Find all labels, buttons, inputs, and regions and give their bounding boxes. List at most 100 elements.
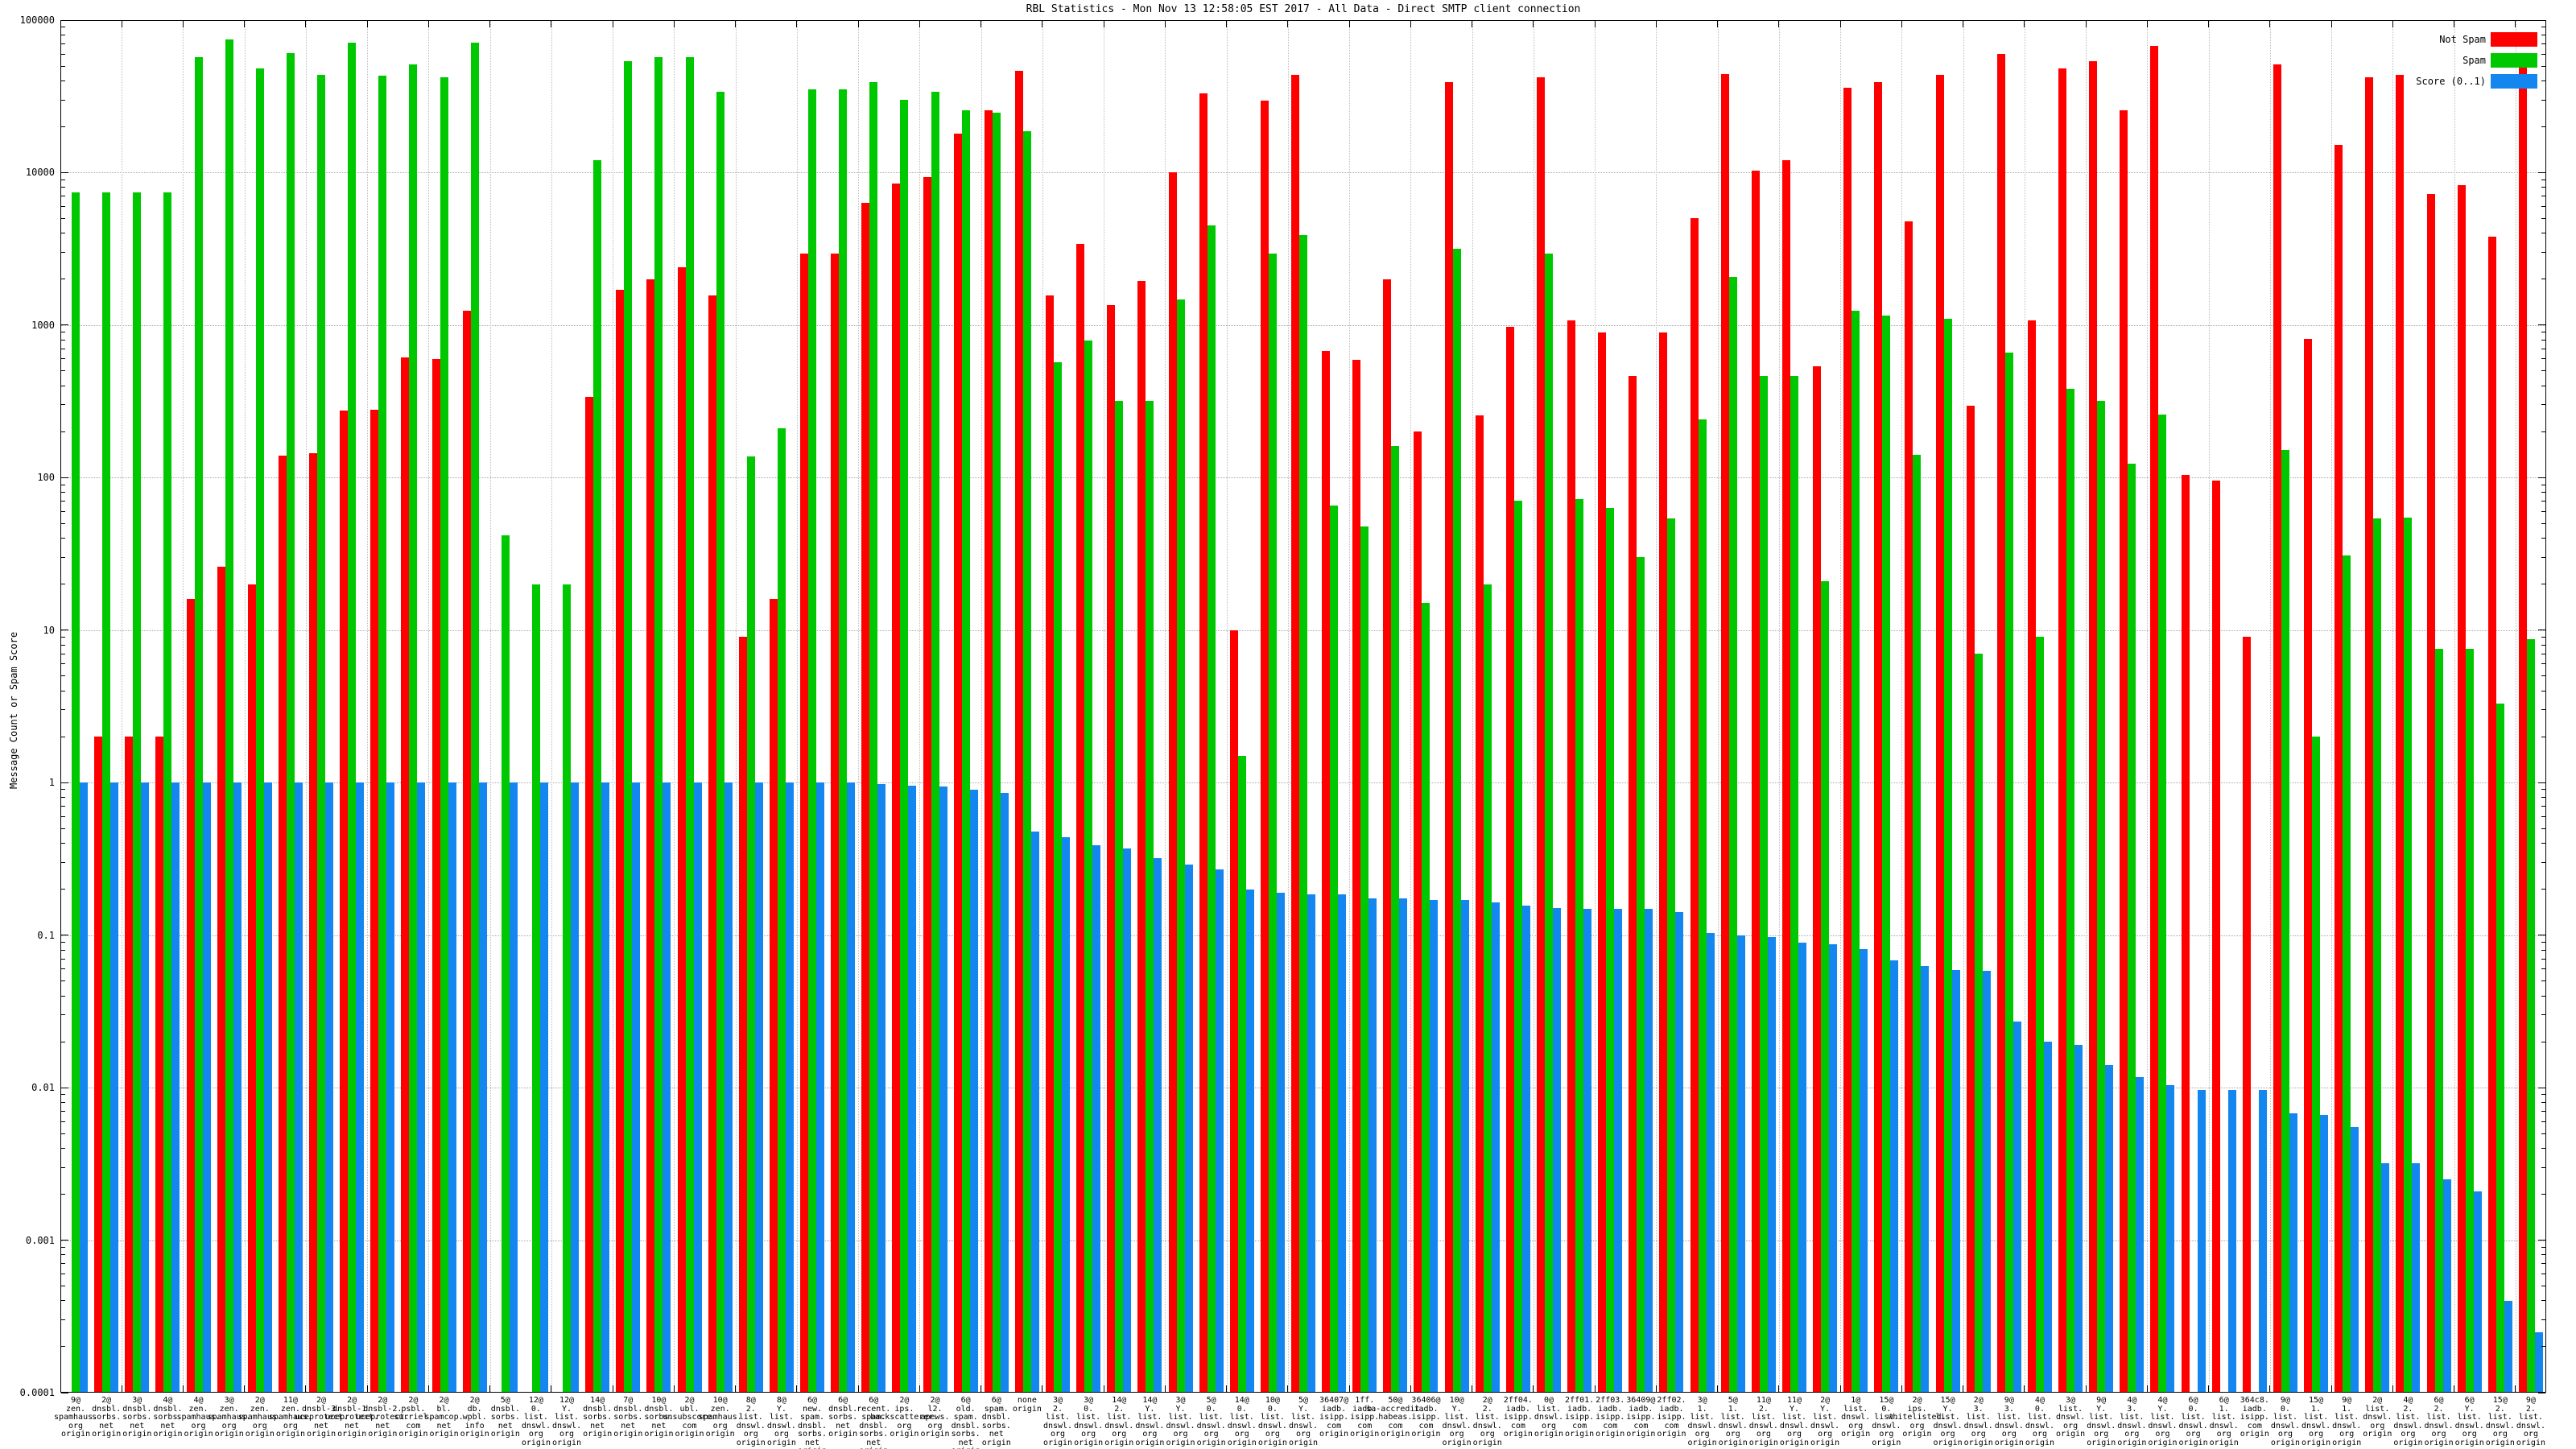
x-tick-bottom — [2515, 1385, 2516, 1392]
y-minor-tick-left — [61, 205, 65, 207]
bar-spam — [1452, 249, 1461, 1392]
y-minor-tick-left — [61, 431, 65, 432]
x-tick-label: 9@ 2. list. dnswl. org origin — [2516, 1396, 2545, 1447]
x-tick-bottom — [2269, 1385, 2271, 1392]
bar-not-spam — [278, 455, 287, 1392]
x-tick-label: 2@ 3. list. dnswl. org origin — [1963, 1396, 1993, 1447]
bar-not-spam — [953, 134, 962, 1392]
bar-not-spam — [247, 584, 256, 1392]
bar-score — [2105, 1065, 2114, 1392]
x-tick-top — [1533, 21, 1534, 27]
gridline-v — [919, 21, 921, 1392]
x-tick-top — [2085, 21, 2087, 27]
y-minor-tick-left — [61, 1194, 65, 1195]
bar-spam — [1943, 319, 1952, 1392]
y-minor-tick-left — [61, 815, 65, 817]
bar-score — [2227, 1090, 2236, 1392]
y-minor-tick-left — [61, 889, 65, 890]
bar-spam — [1637, 557, 1645, 1392]
x-tick-top — [1287, 21, 1289, 27]
y-minor-tick-left — [61, 1133, 65, 1134]
bar-spam — [378, 76, 387, 1392]
legend-label-not-spam: Not Spam — [2439, 34, 2486, 45]
bar-not-spam — [125, 737, 134, 1392]
bar-score — [478, 782, 487, 1392]
y-minor-tick-right — [2541, 636, 2545, 638]
bar-spam — [1268, 253, 1277, 1392]
y-minor-tick-left — [61, 43, 65, 44]
bar-spam — [2097, 400, 2106, 1392]
x-tick-bottom — [1410, 1385, 1411, 1392]
gridline-v — [367, 21, 369, 1392]
bar-not-spam — [1014, 70, 1023, 1392]
y-major-tick-left — [61, 19, 68, 21]
bar-score — [1951, 970, 1960, 1392]
x-tick-top — [2330, 21, 2332, 27]
y-minor-tick-left — [61, 492, 65, 493]
x-tick-top — [1226, 21, 1228, 27]
y-minor-tick-right — [2541, 1194, 2545, 1195]
bar-not-spam — [1781, 160, 1790, 1392]
bar-score — [80, 782, 89, 1392]
bar-not-spam — [1444, 82, 1453, 1392]
bar-score — [386, 782, 395, 1392]
bar-spam — [2128, 464, 2136, 1392]
gridline-v — [489, 21, 491, 1392]
x-tick-label: 6@ old. spam. dnsbl. sorbs. net origin — [951, 1396, 980, 1449]
bar-spam — [1913, 455, 1922, 1392]
x-tick-top — [1655, 21, 1657, 27]
y-minor-tick-left — [61, 126, 65, 127]
y-minor-tick-right — [2541, 806, 2545, 807]
x-tick-top — [1348, 21, 1350, 27]
x-tick-bottom — [1533, 1385, 1534, 1392]
x-tick-label: 2ff01. iadb. isipp. com origin — [1565, 1396, 1595, 1439]
bar-score — [754, 782, 763, 1392]
bar-score — [1030, 831, 1039, 1392]
x-tick-label: 36406@ iadb. isipp. com origin — [1411, 1396, 1441, 1439]
gridline-v — [1840, 21, 1842, 1392]
y-minor-tick-left — [61, 252, 65, 253]
x-tick-label: 12@ 0. list. dnswl. org origin — [521, 1396, 551, 1447]
bar-score — [171, 782, 180, 1392]
x-tick-label: 2@ l2. apews. org origin — [920, 1396, 950, 1439]
y-minor-tick-left — [61, 65, 65, 67]
y-minor-tick-right — [2541, 404, 2545, 406]
gridline-v — [551, 21, 552, 1392]
x-tick-label: 14@ dnsbl. sorbs. net origin — [583, 1396, 613, 1439]
gridline-v — [735, 21, 737, 1392]
bar-score — [509, 782, 518, 1392]
x-tick-bottom — [1717, 1385, 1719, 1392]
bar-score — [448, 782, 456, 1392]
bar-score — [1645, 909, 1653, 1392]
bar-score — [2166, 1084, 2175, 1392]
y-minor-tick-right — [2541, 187, 2545, 188]
bar-score — [1000, 792, 1009, 1392]
x-tick-label: 6@ Y. list. dnswl. org origin — [2454, 1396, 2484, 1447]
bar-not-spam — [1874, 82, 1883, 1392]
x-tick-top — [919, 21, 920, 27]
bar-spam — [1176, 299, 1185, 1392]
y-minor-tick-left — [61, 1014, 65, 1016]
bar-spam — [2004, 353, 2013, 1392]
bar-not-spam — [2518, 56, 2527, 1392]
bar-not-spam — [892, 183, 901, 1392]
y-minor-tick-left — [61, 538, 65, 539]
x-tick-label: 8@ 2. list. dnswl. org origin — [736, 1396, 766, 1447]
legend-label-score: Score (0..1) — [2416, 76, 2486, 87]
bar-spam — [1391, 445, 1400, 1392]
bar-not-spam — [1046, 295, 1054, 1392]
bar-score — [141, 782, 150, 1392]
x-tick-top — [244, 21, 246, 27]
x-tick-label: 6@ spam. dnsbl. sorbs. net origin — [981, 1396, 1011, 1447]
bar-not-spam — [431, 358, 440, 1392]
y-minor-tick-right — [2541, 828, 2545, 829]
x-tick-bottom — [2024, 1385, 2025, 1392]
bar-score — [816, 782, 825, 1392]
bar-spam — [102, 192, 111, 1392]
bar-spam — [685, 56, 694, 1392]
y-minor-tick-left — [61, 1101, 65, 1103]
x-tick-label: 2ff04. iadb. isipp. com origin — [1503, 1396, 1533, 1439]
x-tick-label: 2@ list. dnswl. org origin — [2363, 1396, 2392, 1439]
bar-not-spam — [1659, 332, 1668, 1392]
bar-score — [2504, 1300, 2512, 1392]
